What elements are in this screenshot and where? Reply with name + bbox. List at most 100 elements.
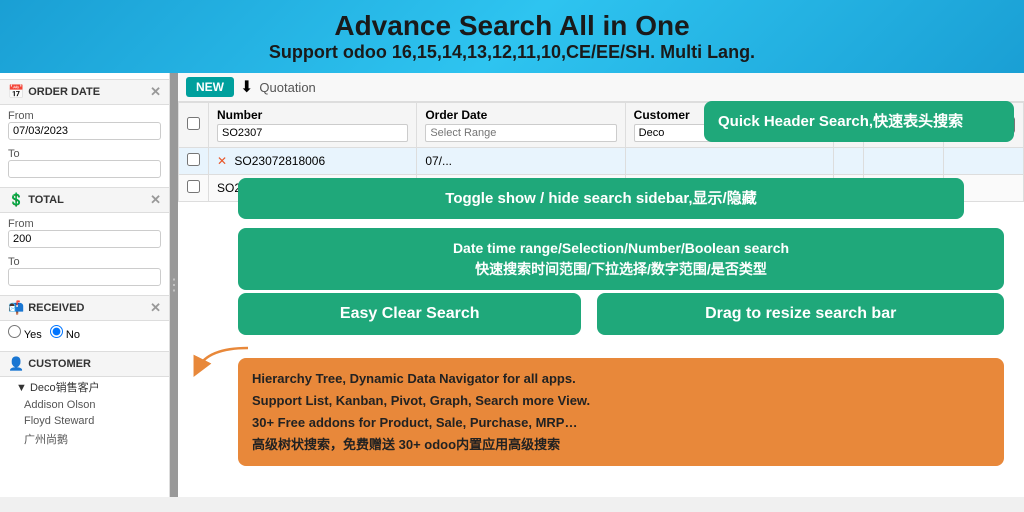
row-select1-cell [864,148,944,175]
new-button[interactable]: NEW [186,77,234,97]
total-from-field: From [0,213,169,251]
datetime-callout: Date time range/Selection/Number/Boolean… [238,228,1004,290]
sidebar-section-total: 💲 TOTAL ✕ From To [0,187,169,289]
number-column-header: Number [209,103,417,148]
sidebar-section-customer: 👤 CUSTOMER ▼ Deco销售客户 Addison Olson Floy… [0,351,169,449]
row-checkbox[interactable] [187,153,200,166]
sidebar-section-header-order-date: 📅 ORDER DATE ✕ [0,79,169,105]
banner-title: Advance Search All in One [20,10,1004,42]
row-customer-cell [625,148,833,175]
customer-header-label: Customer [634,108,825,122]
customer-tree-item-addison[interactable]: Addison Olson [0,397,169,413]
breadcrumb: Quotation [259,80,315,95]
extra-column-header [834,103,864,148]
from-label: From [8,110,34,122]
sidebar-resize-handle[interactable] [170,73,178,497]
customer-tree-item-deco[interactable]: ▼ Deco销售客户 [0,377,169,397]
order-date-header-search[interactable] [425,124,616,142]
received-no-radio[interactable] [50,325,63,338]
main-area: 📅 ORDER DATE ✕ From To 💲 TOTAL ✕ From [0,73,1024,497]
customer-label: CUSTOMER [28,358,91,370]
select-column-header-2: Select... [944,103,1024,148]
order-date-from-input[interactable] [8,122,161,140]
row-extra-cell [834,175,864,202]
bottom-line4: 高级树状搜索，免费赠送 30+ odoo内置应用高级搜索 [252,434,990,456]
order-date-label: ORDER DATE [28,86,100,98]
received-yes-radio[interactable] [8,325,21,338]
row-date-cell: 07/... [417,148,625,175]
customer-header-search[interactable] [634,124,825,142]
received-radio-group: Yes No [0,321,169,345]
bottom-callout-row: Easy Clear Search Drag to resize search … [238,293,1004,335]
download-icon[interactable]: ⬇ [240,77,253,97]
arrow-to-sidebar [178,328,258,388]
row-number-cell: ✕ SO23072818006 [209,148,417,175]
row-select2-cell [944,148,1024,175]
row-date-cell: 07/... [417,175,625,202]
sidebar-section-received: 📬 RECEIVED ✕ Yes No [0,295,169,345]
received-label: RECEIVED [28,302,84,314]
customer-tree-item-guangzhou[interactable]: 广州尚鹅 [0,429,169,449]
total-icon: 💲 [8,192,24,208]
order-date-header-label: Order Date [425,108,616,122]
table-row: SO23072619002 07/... [179,175,1024,202]
table-header-row: Number Order Date Customer Select [179,103,1024,148]
sidebar-section-header-received: 📬 RECEIVED ✕ [0,295,169,321]
checkbox-column-header [179,103,209,148]
easy-clear-text: Easy Clear Search [340,305,480,322]
sidebar-section-header-total: 💲 TOTAL ✕ [0,187,169,213]
order-date-to-input[interactable] [8,160,161,178]
content-topbar: NEW ⬇ Quotation [178,73,1024,102]
data-table: Number Order Date Customer Select [178,102,1024,202]
select-all-checkbox[interactable] [187,117,200,130]
bottom-callout: Hierarchy Tree, Dynamic Data Navigator f… [238,358,1004,466]
column-select-1[interactable]: Select... [872,117,935,133]
sidebar-section-order-date: 📅 ORDER DATE ✕ From To [0,79,169,181]
row-select2-cell [944,175,1024,202]
total-to-input[interactable] [8,268,161,286]
column-select-2[interactable]: Select... [952,117,1015,133]
clear-received-button[interactable]: ✕ [150,300,161,316]
sidebar: 📅 ORDER DATE ✕ From To 💲 TOTAL ✕ From [0,73,170,497]
clear-order-date-button[interactable]: ✕ [150,84,161,100]
hierarchy-bold: Hierarchy [252,371,312,386]
total-to-label: To [8,256,20,268]
bottom-line1: Hierarchy Tree, Dynamic Data Navigator f… [252,368,990,390]
row-select1-cell [864,175,944,202]
drag-resize-text: Drag to resize search bar [705,305,896,322]
row-checkbox-cell [179,148,209,175]
customer-column-header: Customer [625,103,833,148]
bottom-line3: 30+ Free addons for Product, Sale, Purch… [252,412,990,434]
row-checkbox[interactable] [187,180,200,193]
total-from-label: From [8,218,34,230]
number-header-label: Number [217,108,408,122]
sidebar-section-header-customer: 👤 CUSTOMER [0,351,169,377]
datetime-line1: Date time range/Selection/Number/Boolean… [453,240,789,256]
datetime-line2: 快速搜索时间范围/下拉选择/数字范围/是否类型 [475,261,767,277]
drag-resize-callout: Drag to resize search bar [597,293,1004,335]
customer-icon: 👤 [8,356,24,372]
top-banner: Advance Search All in One Support odoo 1… [0,0,1024,73]
row-checkbox-cell [179,175,209,202]
order-date-column-header: Order Date [417,103,625,148]
clear-total-button[interactable]: ✕ [150,192,161,208]
row-extra-cell [834,148,864,175]
received-no-label[interactable]: No [50,325,80,341]
row-clear-icon[interactable]: ✕ [217,154,227,168]
bottom-line2: Support List, Kanban, Pivot, Graph, Sear… [252,390,990,412]
total-label: TOTAL [28,194,64,206]
content-area: NEW ⬇ Quotation Number Order Date [178,73,1024,497]
row-customer-cell [625,175,833,202]
total-from-input[interactable] [8,230,161,248]
select-column-header: Select... [864,103,944,148]
to-label: To [8,148,20,160]
order-date-to-field: To [0,143,169,181]
number-header-search[interactable] [217,124,408,142]
customer-tree-item-floyd[interactable]: Floyd Steward [0,413,169,429]
received-yes-label[interactable]: Yes [8,325,42,341]
table-row: ✕ SO23072818006 07/... [179,148,1024,175]
total-to-field: To [0,251,169,289]
calendar-icon: 📅 [8,84,24,100]
easy-clear-callout: Easy Clear Search [238,293,581,335]
order-date-from-field: From [0,105,169,143]
